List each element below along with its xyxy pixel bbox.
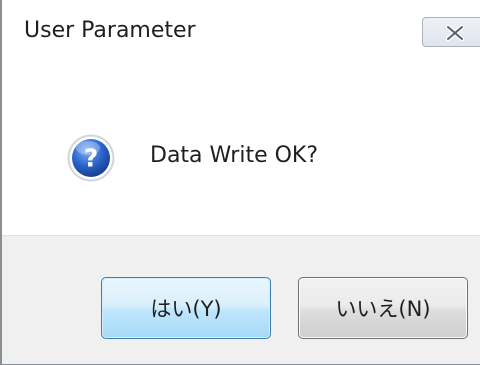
dialog-window: User Parameter ? Data Write OK? はい(Y) いい…: [0, 0, 480, 365]
window-title: User Parameter: [24, 18, 196, 43]
title-bar[interactable]: User Parameter: [2, 0, 480, 63]
button-bar: はい(Y) いいえ(N): [2, 235, 480, 364]
message-area: ? Data Write OK?: [2, 63, 480, 235]
svg-text:?: ?: [84, 144, 99, 173]
close-icon: [445, 25, 465, 41]
close-button[interactable]: [422, 17, 480, 47]
yes-button[interactable]: はい(Y): [101, 277, 271, 339]
no-button[interactable]: いいえ(N): [298, 277, 468, 339]
question-icon: ?: [67, 134, 115, 182]
dialog-message: Data Write OK?: [150, 143, 319, 168]
